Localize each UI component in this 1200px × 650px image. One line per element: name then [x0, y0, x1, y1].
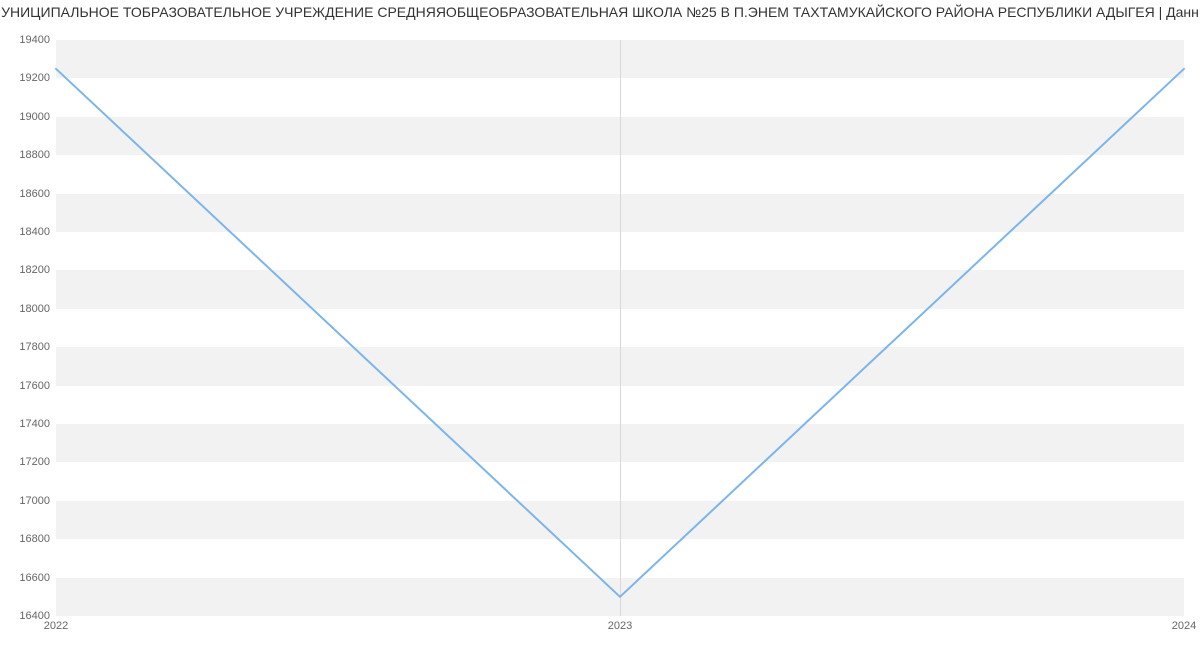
chart-title: УНИЦИПАЛЬНОЕ ТОБРАЗОВАТЕЛЬНОЕ УЧРЕЖДЕНИЕ…: [0, 4, 1200, 20]
x-tick-label: 2022: [44, 620, 68, 632]
x-tick-label: 2023: [608, 620, 632, 632]
y-tick-label: 18200: [0, 264, 50, 276]
y-tick-label: 19200: [0, 72, 50, 84]
y-tick-label: 16400: [0, 610, 50, 622]
plot-area: [56, 40, 1184, 616]
data-line: [56, 40, 1184, 616]
y-tick-label: 17800: [0, 341, 50, 353]
y-tick-label: 18600: [0, 188, 50, 200]
line-chart: УНИЦИПАЛЬНОЕ ТОБРАЗОВАТЕЛЬНОЕ УЧРЕЖДЕНИЕ…: [0, 0, 1200, 650]
y-tick-label: 16800: [0, 533, 50, 545]
y-tick-label: 17200: [0, 456, 50, 468]
y-tick-label: 16600: [0, 572, 50, 584]
y-tick-label: 19000: [0, 111, 50, 123]
y-tick-label: 19400: [0, 34, 50, 46]
y-tick-label: 17400: [0, 418, 50, 430]
y-tick-label: 18000: [0, 303, 50, 315]
x-tick-label: 2024: [1172, 620, 1196, 632]
y-tick-label: 17000: [0, 495, 50, 507]
y-tick-label: 17600: [0, 380, 50, 392]
y-tick-label: 18800: [0, 149, 50, 161]
y-tick-label: 18400: [0, 226, 50, 238]
